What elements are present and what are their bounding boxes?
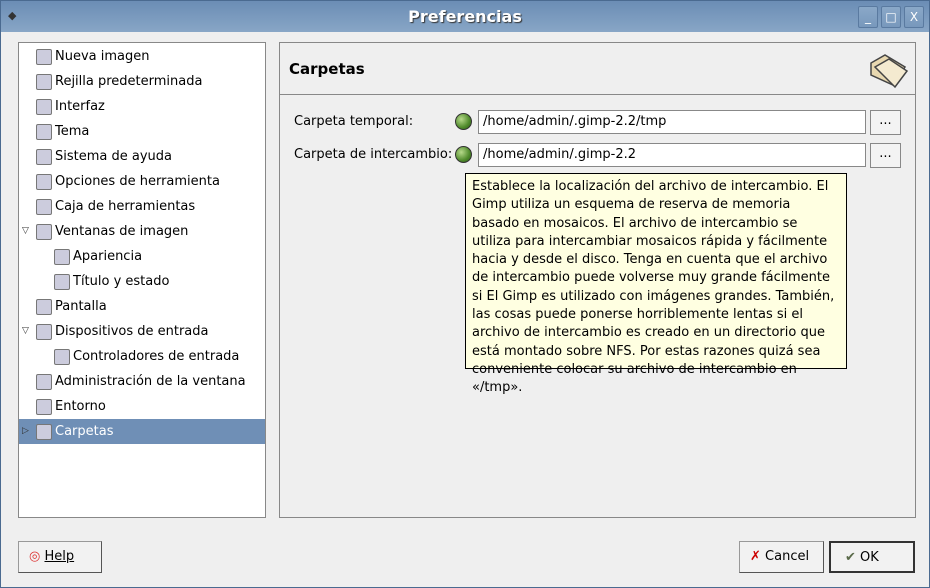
image-windows-icon xyxy=(36,223,52,240)
lifebuoy-icon: ◎ xyxy=(29,549,41,564)
sidebar-item[interactable]: Título y estado xyxy=(19,269,265,294)
sidebar-item-label: Interfaz xyxy=(55,99,105,114)
sidebar-item[interactable]: Caja de herramientas xyxy=(19,194,265,219)
cancel-x-icon: ✗ xyxy=(750,549,761,564)
sidebar-item[interactable]: ▽ Dispositivos de entrada xyxy=(19,319,265,344)
close-button[interactable]: X xyxy=(904,6,924,28)
sidebar-item-label: Nueva imagen xyxy=(55,49,150,64)
sidebar-item[interactable]: Interfaz xyxy=(19,94,265,119)
sidebar-item-label: Caja de herramientas xyxy=(55,199,196,214)
sidebar-item-label: Entorno xyxy=(55,399,106,414)
sidebar-item-label: Opciones de herramienta xyxy=(55,174,220,189)
help-label: Help xyxy=(44,549,75,564)
sidebar-item[interactable]: Entorno xyxy=(19,394,265,419)
sidebar-item-label: Sistema de ayuda xyxy=(55,149,172,164)
panel-header: Carpetas xyxy=(280,43,915,95)
grid-icon xyxy=(36,73,52,90)
help-button[interactable]: ◎ Help xyxy=(18,541,102,573)
swap-folder-browse-button[interactable]: ... xyxy=(870,143,901,168)
folders-icon xyxy=(36,423,52,440)
help-system-icon xyxy=(36,148,52,165)
sidebar-item-label: Título y estado xyxy=(73,274,170,289)
ok-label: OK xyxy=(860,550,879,565)
sidebar-item-label: Ventanas de imagen xyxy=(55,224,189,239)
preferences-window: ◆ Preferencias _ □ X Nueva imagen Rejilla… xyxy=(0,0,930,588)
input-devices-icon xyxy=(36,323,52,340)
swap-folder-label: Carpeta de intercambio: xyxy=(294,147,453,162)
sidebar-item-label: Tema xyxy=(55,124,90,139)
panel-title: Carpetas xyxy=(289,60,365,78)
tool-options-icon xyxy=(36,173,52,190)
cancel-button[interactable]: ✗ Cancel xyxy=(739,541,824,573)
expander-open-icon[interactable]: ▽ xyxy=(22,319,29,344)
sidebar-item-label: Dispositivos de entrada xyxy=(55,324,209,339)
sidebar-item[interactable]: ▷ Carpetas xyxy=(19,419,265,444)
environment-icon xyxy=(36,398,52,415)
expander-closed-icon[interactable]: ▷ xyxy=(22,419,29,444)
folder-icon xyxy=(870,54,909,89)
sidebar-item[interactable]: ▽ Ventanas de imagen xyxy=(19,219,265,244)
sidebar-item[interactable]: Sistema de ayuda xyxy=(19,144,265,169)
swap-folder-input[interactable]: /home/admin/.gimp-2.2 xyxy=(478,143,866,167)
sidebar-item[interactable]: Tema xyxy=(19,119,265,144)
sidebar-item-label: Pantalla xyxy=(55,299,107,314)
temp-folder-input[interactable]: /home/admin/.gimp-2.2/tmp xyxy=(478,110,866,134)
sidebar-item[interactable]: Controladores de entrada xyxy=(19,344,265,369)
theme-icon xyxy=(36,123,52,140)
maximize-button[interactable]: □ xyxy=(881,6,901,28)
title-status-icon xyxy=(54,273,70,290)
sidebar-item-label: Rejilla predeterminada xyxy=(55,74,203,89)
minimize-button[interactable]: _ xyxy=(858,6,878,28)
input-controllers-icon xyxy=(54,348,70,365)
temp-folder-label: Carpeta temporal: xyxy=(294,114,414,129)
temp-folder-browse-button[interactable]: ... xyxy=(870,110,901,135)
expander-open-icon[interactable]: ▽ xyxy=(22,219,29,244)
ok-check-icon: ✔ xyxy=(845,550,856,565)
tooltip: Establece la localización del archivo de… xyxy=(465,173,847,395)
cancel-label: Cancel xyxy=(765,549,810,564)
toolbox-icon xyxy=(36,198,52,215)
appearance-icon xyxy=(54,248,70,265)
title-bar[interactable]: ◆ Preferencias _ □ X xyxy=(1,1,929,32)
display-icon xyxy=(36,298,52,315)
status-ok-icon xyxy=(455,113,472,130)
sidebar-item[interactable]: Opciones de herramienta xyxy=(19,169,265,194)
category-tree[interactable]: Nueva imagen Rejilla predeterminada Interf… xyxy=(18,42,266,518)
sidebar-item-label: Carpetas xyxy=(55,424,114,439)
sidebar-item-label: Administración de la ventana xyxy=(55,374,246,389)
ok-button[interactable]: ✔ OK xyxy=(829,541,915,573)
window-management-icon xyxy=(36,373,52,390)
sidebar-item-label: Controladores de entrada xyxy=(73,349,240,364)
sidebar-item[interactable]: Pantalla xyxy=(19,294,265,319)
sidebar-item-label: Apariencia xyxy=(73,249,143,264)
status-ok-icon xyxy=(455,146,472,163)
sidebar-item[interactable]: Nueva imagen xyxy=(19,44,265,69)
sidebar-item[interactable]: Administración de la ventana xyxy=(19,369,265,394)
new-image-icon xyxy=(36,48,52,65)
window-title: Preferencias xyxy=(408,7,522,26)
sidebar-item[interactable]: Apariencia xyxy=(19,244,265,269)
interface-icon xyxy=(36,98,52,115)
sidebar-item[interactable]: Rejilla predeterminada xyxy=(19,69,265,94)
